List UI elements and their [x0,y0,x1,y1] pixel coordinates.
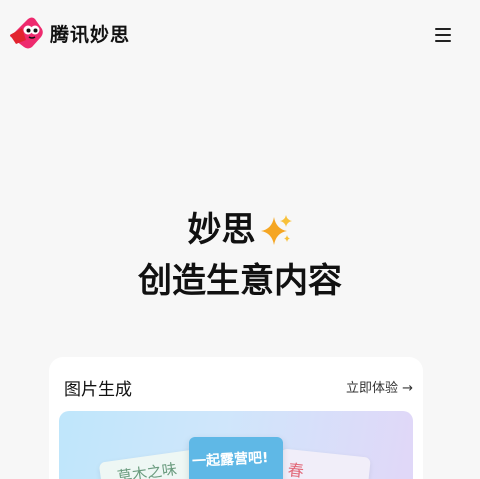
preview-note-right-text: 春 [286,460,305,479]
top-bar: 腾讯妙思 [0,0,480,70]
image-generation-card[interactable]: 图片生成 立即体验 → 草木之味 春 一起露营吧! [49,357,423,479]
hamburger-menu-icon[interactable] [433,26,453,44]
tencent-miaosi-logo-icon [10,17,43,49]
brand-name: 腾讯妙思 [50,23,131,46]
brand-logo[interactable]: 腾讯妙思 [8,15,130,51]
preview-note-center-text: 一起露营吧! [191,450,269,470]
card-title: 图片生成 [64,380,132,400]
sparkles-icon [260,215,292,245]
try-now-link[interactable]: 立即体验 → [346,377,413,396]
hero-section: 妙思 创造生意内容 [0,205,480,306]
hero-subtitle: 创造生意内容 [138,261,342,301]
hero-headline-line1: 妙思 [0,205,480,255]
image-generation-preview[interactable]: 草木之味 春 一起露营吧! [59,411,413,479]
hero-title: 妙思 [187,210,256,250]
